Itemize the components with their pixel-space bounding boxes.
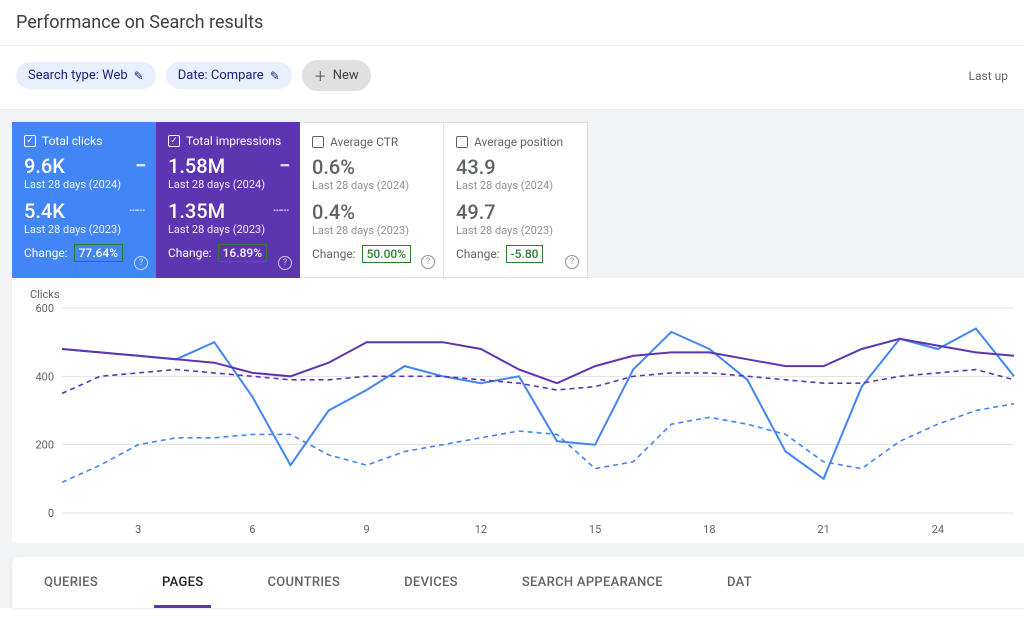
checkbox-icon: [456, 136, 468, 148]
svg-text:6: 6: [249, 523, 255, 536]
card-current-sub: Last 28 days (2024): [24, 178, 144, 191]
card-average-position[interactable]: Average position 43.9 Last 28 days (2024…: [444, 122, 588, 278]
help-icon[interactable]: ?: [421, 255, 435, 269]
help-icon[interactable]: ?: [278, 256, 292, 270]
card-total-clicks[interactable]: Total clicks 9.6K ━ Last 28 days (2024) …: [12, 122, 156, 278]
card-prev-sub: Last 28 days (2023): [312, 224, 431, 237]
tab-dates[interactable]: DAT: [695, 557, 784, 608]
svg-text:15: 15: [589, 523, 601, 536]
change-label: Change:: [456, 247, 500, 261]
card-current-sub: Last 28 days (2024): [168, 178, 288, 191]
filter-bar: Search type: Web ✎ Date: Compare ✎ ＋ New…: [0, 46, 1024, 110]
chip-date[interactable]: Date: Compare ✎: [166, 62, 292, 89]
checkbox-icon: [168, 135, 180, 147]
svg-text:200: 200: [35, 439, 54, 452]
svg-text:21: 21: [817, 523, 829, 536]
card-label: Total clicks: [42, 134, 102, 148]
dashed-line-icon: ┄┄: [273, 203, 288, 219]
card-prev-sub: Last 28 days (2023): [168, 223, 288, 236]
help-icon[interactable]: ?: [565, 255, 579, 269]
card-label: Average CTR: [330, 135, 398, 149]
tabs: QUERIES PAGES COUNTRIES DEVICES SEARCH A…: [12, 557, 1024, 608]
clicks-chart[interactable]: 0 200 400 600 3 6 9 12 15 18 21 24: [12, 303, 1024, 543]
svg-text:400: 400: [35, 370, 54, 383]
tab-countries[interactable]: COUNTRIES: [235, 557, 372, 608]
tab-devices[interactable]: DEVICES: [372, 557, 490, 608]
solid-line-icon: ━: [137, 158, 144, 174]
chip-new[interactable]: ＋ New: [302, 60, 371, 91]
chip-date-label: Date: Compare: [178, 68, 264, 83]
content: Total clicks 9.6K ━ Last 28 days (2024) …: [0, 110, 1024, 608]
svg-text:3: 3: [135, 523, 141, 536]
svg-text:12: 12: [475, 523, 487, 536]
page-header: Performance on Search results: [0, 0, 1024, 46]
change-value: 16.89%: [218, 244, 267, 262]
card-average-ctr[interactable]: Average CTR 0.6% Last 28 days (2024) 0.4…: [300, 122, 444, 278]
tab-search-appearance[interactable]: SEARCH APPEARANCE: [490, 557, 695, 608]
card-prev-value: 1.35M: [168, 199, 225, 223]
svg-text:0: 0: [48, 507, 54, 520]
solid-line-icon: ━: [281, 158, 288, 174]
last-updated-label: Last up: [969, 69, 1008, 83]
card-current-value: 43.9: [456, 155, 575, 179]
dashed-line-icon: ┄┄: [129, 203, 144, 219]
page-title: Performance on Search results: [16, 12, 1008, 33]
card-current-value: 9.6K: [24, 154, 65, 178]
chart-panel: Clicks 0 200 400 600 3 6 9 12 15 18 21 24: [12, 278, 1024, 543]
svg-text:9: 9: [364, 523, 370, 536]
card-label: Average position: [474, 135, 563, 149]
card-label: Total impressions: [186, 134, 281, 148]
svg-text:24: 24: [932, 523, 944, 536]
tab-queries[interactable]: QUERIES: [12, 557, 130, 608]
pencil-icon: ✎: [270, 69, 280, 83]
change-label: Change:: [312, 247, 356, 261]
card-prev-sub: Last 28 days (2023): [24, 223, 144, 236]
chip-search-type[interactable]: Search type: Web ✎: [16, 62, 156, 89]
plus-icon: ＋: [314, 66, 327, 85]
chip-search-type-label: Search type: Web: [28, 68, 128, 83]
checkbox-icon: [312, 136, 324, 148]
pencil-icon: ✎: [134, 69, 144, 83]
card-prev-value: 0.4%: [312, 200, 431, 224]
card-prev-sub: Last 28 days (2023): [456, 224, 575, 237]
card-total-impressions[interactable]: Total impressions 1.58M ━ Last 28 days (…: [156, 122, 300, 278]
chip-new-label: New: [333, 68, 359, 83]
metric-cards: Total clicks 9.6K ━ Last 28 days (2024) …: [12, 122, 1024, 278]
change-label: Change:: [24, 246, 68, 260]
card-current-sub: Last 28 days (2024): [312, 179, 431, 192]
change-value: -5.80: [506, 245, 544, 263]
change-value: 77.64%: [74, 244, 123, 262]
checkbox-icon: [24, 135, 36, 147]
change-label: Change:: [168, 246, 212, 260]
svg-text:600: 600: [35, 303, 54, 315]
tabs-card: QUERIES PAGES COUNTRIES DEVICES SEARCH A…: [12, 557, 1024, 608]
card-current-sub: Last 28 days (2024): [456, 179, 575, 192]
tab-pages[interactable]: PAGES: [130, 557, 235, 608]
change-value: 50.00%: [362, 245, 411, 263]
card-current-value: 1.58M: [168, 154, 225, 178]
card-prev-value: 49.7: [456, 200, 575, 224]
help-icon[interactable]: ?: [134, 256, 148, 270]
svg-text:18: 18: [703, 523, 715, 536]
card-current-value: 0.6%: [312, 155, 431, 179]
card-prev-value: 5.4K: [24, 199, 65, 223]
chart-y-label: Clicks: [30, 288, 1024, 301]
